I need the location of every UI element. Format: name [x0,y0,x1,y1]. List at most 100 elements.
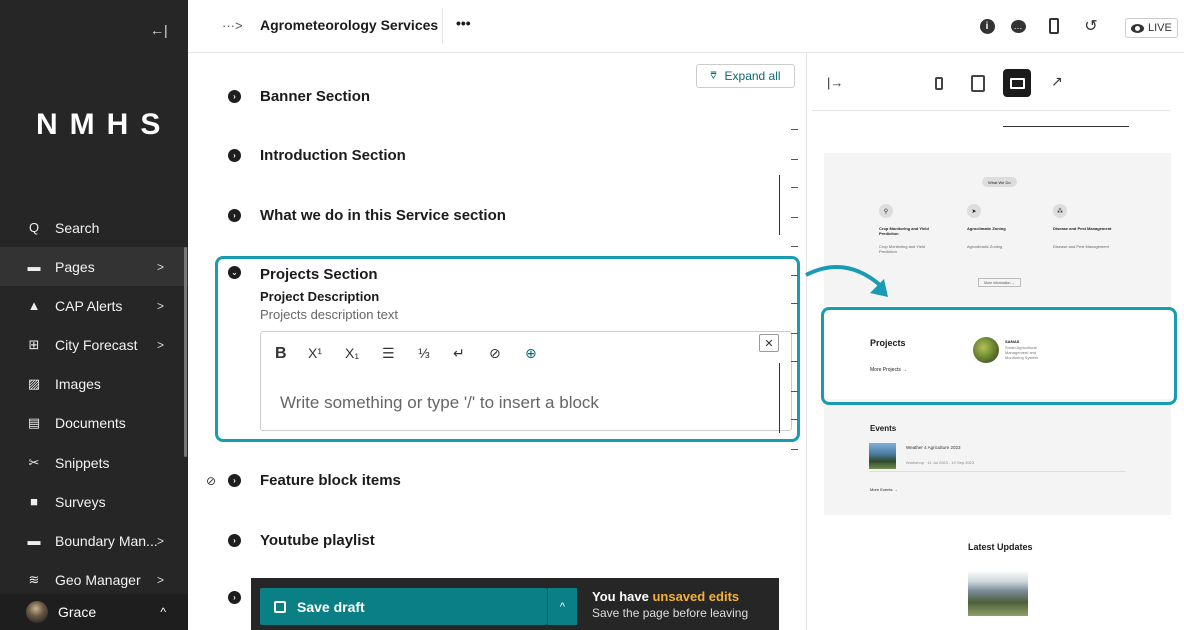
minimap-tick [791,419,798,420]
link-button[interactable]: ⊘ [489,345,501,362]
save-draft-button[interactable]: Save draft [260,588,547,625]
highlight-box-preview [821,307,1177,405]
unsaved-highlight: unsaved edits [652,589,740,604]
chevron-right-icon: › [228,149,241,162]
chevron-right-icon: › [228,90,241,103]
sidebar-item-pages[interactable]: ▬ Pages > [0,247,188,286]
superscript-button[interactable]: X¹ [308,345,322,361]
folder-open-icon: ▬ [27,533,41,548]
comments-button[interactable]: … [1008,16,1028,36]
section-title: Introduction Section [260,147,406,164]
save-options-button[interactable]: ^ [548,588,577,625]
subscript-button[interactable]: X₁ [345,345,359,361]
section-title: Banner Section [260,88,371,105]
section-projects-toggle[interactable]: ⌄ [228,266,260,279]
section-feature-block-items[interactable]: › Feature block items [228,472,401,489]
line-break-button[interactable]: ↵ [453,345,465,362]
desktop-size-button[interactable] [1003,69,1031,97]
sidebar-item-boundary-manager[interactable]: ▬ Boundary Man... > [0,521,188,560]
expand-all-label: Expand all [724,69,781,83]
sidebar-item-label: Boundary Man... [55,532,158,549]
save-draft-label: Save draft [297,598,365,615]
snippet-icon: ✂ [28,454,40,470]
minimap-line [779,363,780,433]
event-name: Weather 4 Agriculture 2023 [906,445,961,450]
latest-updates-title: Latest Updates [968,542,1033,552]
sidebar-item-label: Snippets [55,454,110,471]
comment-add-button[interactable]: ⊕ [525,345,537,362]
bullet-list-button[interactable]: ☰ [382,345,395,362]
sidebar-item-label: Pages [55,258,95,275]
preview-button[interactable] [1044,16,1064,36]
sidebar-item-images[interactable]: ▨ Images [0,364,188,403]
service-title: Agroclimatic Zoning [967,226,1006,231]
eye-icon [1131,23,1144,33]
chevron-right-icon: > [156,534,164,548]
breadcrumb-toggle[interactable]: ···> [222,18,243,33]
pin-toolbar-icon[interactable]: ✕ [759,334,779,352]
section-title: What we do in this Service section [260,207,506,224]
section-introduction[interactable]: › Introduction Section [228,147,406,164]
tablet-size-button[interactable] [964,69,992,97]
section-youtube-playlist[interactable]: › Youtube playlist [228,532,375,549]
history-button[interactable]: ↺ [1081,16,1101,36]
section-title: Youtube playlist [260,532,375,549]
sidebar-item-snippets[interactable]: ✂ Snippets [0,443,188,482]
info-icon: i [979,18,995,34]
folder-icon: ■ [30,494,38,509]
warning-icon: ▲ [27,298,41,313]
more-events-link[interactable]: More Events → [870,487,898,492]
collapse-sidebar-icon[interactable]: ←| [150,22,168,38]
expand-all-button[interactable]: ⩢ Expand all [696,64,795,88]
divider [869,471,1126,472]
comment-icon: … [1010,19,1026,33]
divider [442,8,443,44]
update-thumbnail [968,570,1028,616]
section-banner[interactable]: › Banner Section [228,88,370,105]
sidebar-item-label: CAP Alerts [55,297,123,314]
top-bar: ···> Agrometeorology Services ••• i … ↺ … [188,0,1184,53]
user-menu[interactable]: Grace ^ [0,594,188,630]
section-title: Projects Section [260,266,378,283]
sidebar: ←| NMHS Q Search ▬ Pages > ▲ CAP Alerts … [0,0,188,630]
pest-icon: ⁂ [1053,204,1067,218]
mobile-icon [935,76,943,90]
rich-text-editor[interactable]: B X¹ X₁ ☰ ⅓ ↵ ⊘ ⊕ ✕ Write something or t… [260,331,792,431]
site-logo[interactable]: NMHS [0,108,188,142]
sidebar-item-cap-alerts[interactable]: ▲ CAP Alerts > [0,286,188,325]
minimap-tick [791,246,798,247]
live-status-button[interactable]: LIVE [1125,18,1178,38]
bold-button[interactable]: B [275,345,287,363]
numbered-list-button[interactable]: ⅓ [418,345,430,361]
chevron-right-icon: > [156,338,164,352]
connector-arrow-icon [805,265,888,297]
mobile-size-button[interactable] [925,69,953,97]
sidebar-item-label: City Forecast [55,336,138,353]
open-external-icon[interactable]: ↗ [1051,73,1063,90]
section-title: Feature block items [260,472,401,489]
editor-placeholder: Write something or type '/' to insert a … [280,393,599,412]
sidebar-item-documents[interactable]: ▤ Documents [0,403,188,442]
minimap-tick [791,217,798,218]
more-actions-button[interactable]: ••• [456,15,471,31]
sidebar-item-city-forecast[interactable]: ⊞ City Forecast > [0,325,188,364]
info-button[interactable]: i [977,16,997,36]
avatar [26,601,48,623]
sidebar-item-label: Geo Manager [55,571,141,588]
field-help-text: Projects description text [260,307,399,322]
event-thumbnail [869,443,896,469]
sidebar-item-search[interactable]: Q Search [0,208,188,247]
preview-panel: |→ ↗ What We Do ⚲ ➤ ⁂ Crop Monitoring an… [806,53,1184,630]
collapse-preview-icon[interactable]: |→ [827,75,843,90]
sidebar-item-surveys[interactable]: ■ Surveys [0,482,188,521]
sidebar-scrollbar[interactable] [184,247,187,457]
table-icon: ⊞ [28,336,40,352]
page-title: Agrometeorology Services [260,17,439,33]
event-meta: Workshop · 11 Jul 2023 - 10 Sep 2023 [906,460,975,465]
zoning-icon: ➤ [967,204,981,218]
history-icon: ↺ [1084,18,1098,35]
section-what-we-do[interactable]: › What we do in this Service section [228,207,506,224]
save-bar: Save draft ^ You have unsaved edits Save… [251,578,779,630]
more-information-button[interactable]: More information → [978,278,1021,287]
unsaved-prefix: You have [592,589,653,604]
